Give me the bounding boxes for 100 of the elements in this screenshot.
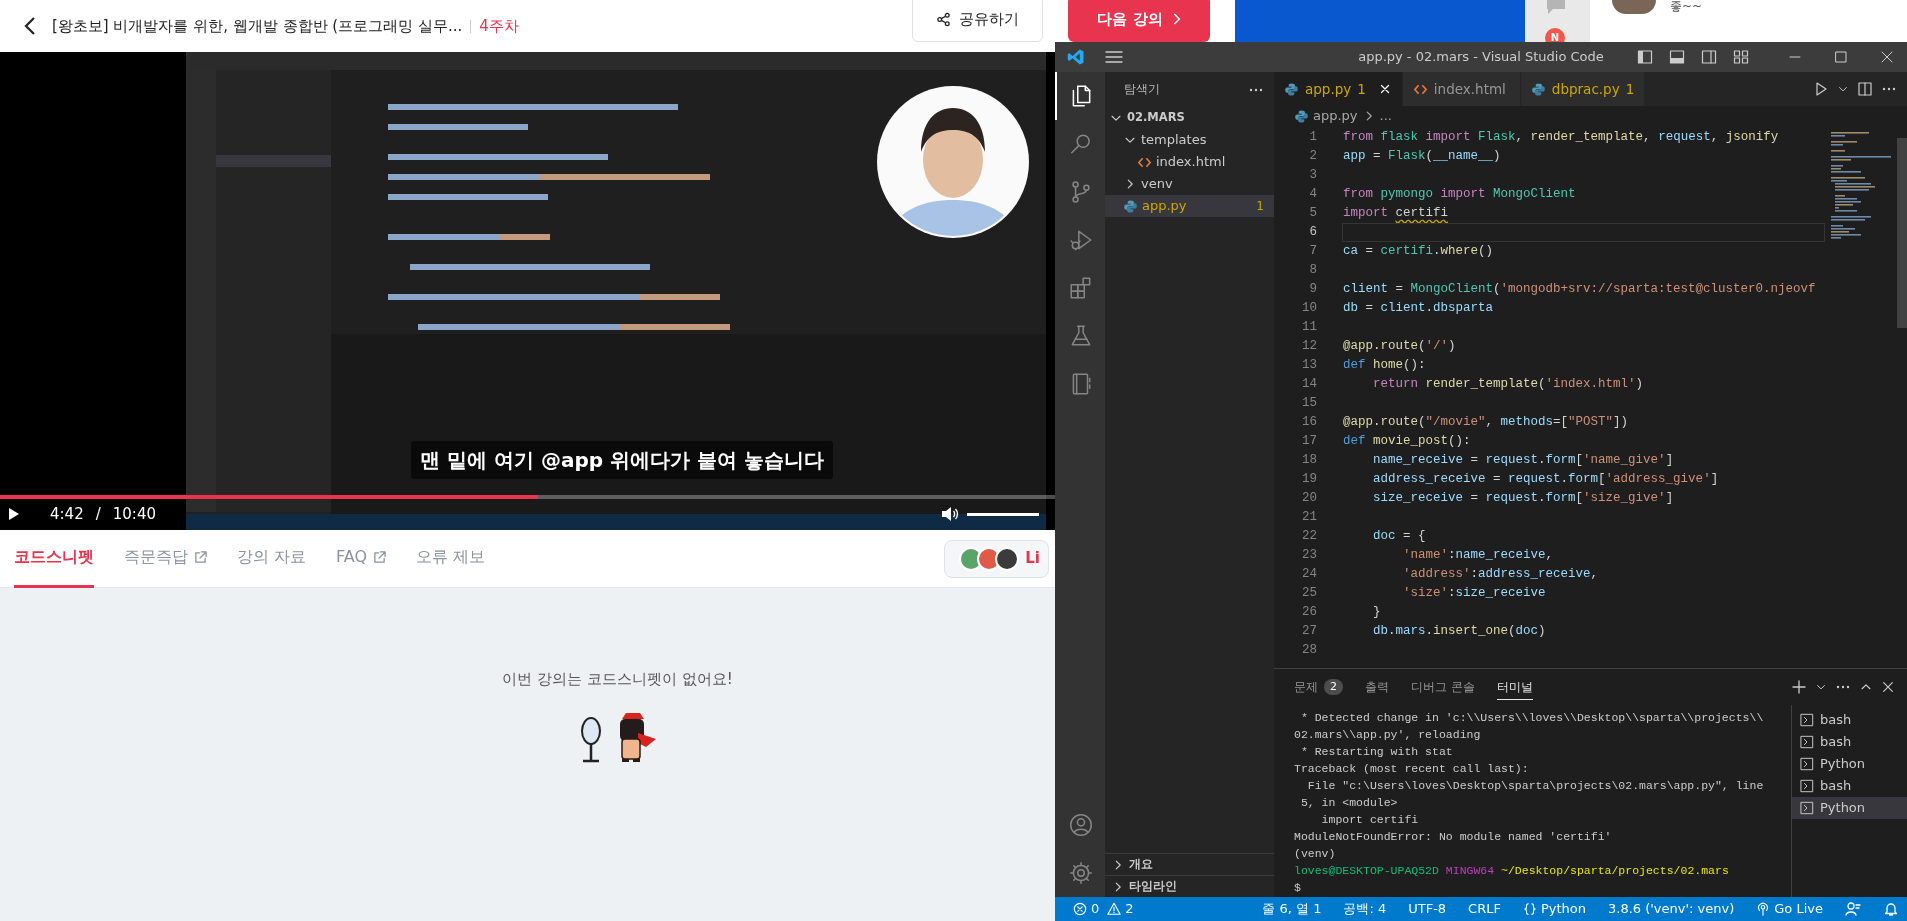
warning-icon [1107, 902, 1122, 916]
live-button[interactable]: Li [944, 539, 1049, 578]
code-line: app = Flask(__name__) [1342, 148, 1502, 165]
editor-tab[interactable]: app.py 1 [1274, 72, 1403, 106]
split-layout-icon[interactable] [1701, 49, 1717, 65]
status-item[interactable]: 공백: 4 [1343, 899, 1387, 919]
code-line: from pymongo import MongoClient [1342, 186, 1577, 203]
line-number: 6 [1308, 224, 1317, 241]
share-icon [936, 11, 951, 27]
line-number: 19 [1301, 471, 1317, 488]
sidebar-section[interactable]: 개요 [1105, 853, 1274, 875]
line-number: 13 [1301, 357, 1317, 374]
code-line: client = MongoClient('mongodb+srv://sparta:test@cluster0.njeovf [1342, 281, 1817, 298]
line-number: 12 [1301, 338, 1317, 355]
status-item[interactable]: 줄 6, 열 1 [1262, 899, 1322, 919]
terminal-icon [1800, 735, 1814, 749]
external-link-icon [373, 550, 387, 564]
terminal-line: loves@DESKTOP-UPAQ52D MINGW64 ~/Desktop/sparta/projects/02.mars [1294, 863, 1730, 879]
account-icon[interactable] [1068, 812, 1094, 838]
split-editor-icon[interactable] [1857, 81, 1873, 97]
status-item[interactable]: Go Live [1756, 899, 1823, 919]
lecture-tab[interactable]: 즉문즉답 [124, 529, 207, 588]
line-number: 26 [1301, 604, 1317, 621]
panel-tab[interactable]: 출력 [1365, 674, 1389, 700]
problem-count: 1 [1256, 198, 1264, 215]
line-number: 18 [1301, 452, 1317, 469]
grid-layout-icon[interactable] [1733, 49, 1749, 65]
back-icon[interactable] [24, 16, 36, 36]
status-item[interactable]: UTF-8 [1408, 899, 1447, 919]
terminal-icon [1800, 801, 1814, 815]
breadcrumb-item[interactable]: ... [1379, 106, 1392, 126]
error-icon [1073, 902, 1087, 916]
volume-icon[interactable] [941, 506, 959, 522]
time-separator: / [95, 503, 101, 525]
sidebar-title: 탐색기 [1124, 80, 1160, 98]
lecture-tab[interactable]: FAQ [336, 529, 387, 588]
terminal-item[interactable]: Python [1792, 797, 1907, 819]
code-line: @app.route('/') [1342, 338, 1457, 355]
terminal-item[interactable]: bash [1792, 731, 1907, 753]
line-number: 23 [1301, 547, 1317, 564]
panel-tab[interactable]: 문제 2 [1294, 674, 1343, 700]
status-item[interactable]: CRLF [1468, 899, 1501, 919]
close-icon[interactable] [1879, 49, 1895, 65]
code-line: 'address':address_receive, [1402, 566, 1600, 583]
status-item[interactable]: Python [1522, 899, 1586, 919]
bell-icon[interactable] [1883, 901, 1899, 917]
tree-item[interactable]: 02.MARS [1105, 107, 1274, 129]
close-icon[interactable] [1881, 680, 1895, 694]
settings-icon[interactable] [1068, 860, 1094, 886]
avatar [1612, 0, 1656, 14]
next-lecture-button[interactable]: 다음 강의 [1068, 0, 1210, 42]
panel-layout-icon[interactable] [1669, 49, 1685, 65]
terminal-item[interactable]: Python [1792, 753, 1907, 775]
maximize-icon[interactable] [1833, 49, 1849, 65]
editor-tab[interactable]: dbprac.py 1 [1520, 72, 1646, 106]
terminal-item[interactable]: bash [1792, 709, 1907, 731]
tree-item[interactable]: app.py 1 [1105, 195, 1274, 217]
code-line: size_receive = request.form['size_give'] [1372, 490, 1675, 507]
scrollbar-thumb[interactable] [1897, 138, 1907, 328]
code-line: from flask import Flask, render_template, request, jsonify [1342, 129, 1780, 146]
lecture-title: [왕초보] 비개발자를 위한, 웹개발 종합반 (프로그래밍 실무... [52, 15, 463, 37]
file-icon [1123, 198, 1138, 214]
share-button[interactable]: 공유하기 [912, 0, 1043, 42]
editor-tab[interactable]: index.html [1402, 72, 1521, 106]
external-link-icon [194, 550, 207, 564]
status-item[interactable]: 3.8.6 ('venv': venv) [1608, 899, 1735, 919]
tree-item[interactable]: templates [1105, 129, 1274, 151]
current-time: 4:42 [50, 503, 84, 525]
line-number: 7 [1308, 243, 1317, 260]
menu-icon[interactable] [1105, 50, 1123, 64]
line-number: 20 [1301, 490, 1317, 507]
code-line: 'size':size_receive [1402, 585, 1547, 602]
terminal-icon [1800, 713, 1814, 727]
tree-item[interactable]: index.html [1105, 151, 1274, 173]
panel-tab[interactable]: 터미널 [1496, 674, 1533, 700]
problems-status[interactable]: 0 2 [1073, 899, 1134, 919]
code-line: db.mars.insert_one(doc) [1372, 623, 1547, 640]
window-title: app.py - 02.mars - Visual Studio Code [1357, 48, 1605, 67]
week-label: 4주차 [479, 15, 519, 37]
play-icon[interactable] [8, 507, 20, 521]
tree-item[interactable]: venv [1105, 173, 1274, 195]
line-number: 16 [1301, 414, 1317, 431]
feedback-icon[interactable] [1845, 901, 1861, 917]
terminal-item[interactable]: bash [1792, 775, 1907, 797]
line-number: 28 [1301, 642, 1317, 659]
code-line: address_receive = request.form['address_give'] [1372, 471, 1720, 488]
terminal-line: $ [1294, 880, 1302, 896]
breadcrumb-item[interactable]: app.py [1313, 106, 1358, 126]
lecture-tab[interactable]: 오류 제보 [416, 529, 486, 588]
lecture-tab[interactable]: 강의 자료 [237, 529, 307, 588]
sidebar-layout-icon[interactable] [1637, 49, 1653, 65]
duration: 10:40 [112, 503, 156, 525]
line-number: 8 [1308, 262, 1317, 279]
volume-slider[interactable] [967, 512, 1039, 516]
plus-icon[interactable] [1791, 679, 1807, 695]
terminal-line: Traceback (most recent call last): [1294, 761, 1530, 777]
run-icon[interactable] [1813, 81, 1829, 97]
panel-tab[interactable]: 디버그 콘솔 [1411, 674, 1475, 700]
line-number: 5 [1308, 205, 1317, 222]
terminal-line: * Restarting with stat [1299, 744, 1454, 760]
